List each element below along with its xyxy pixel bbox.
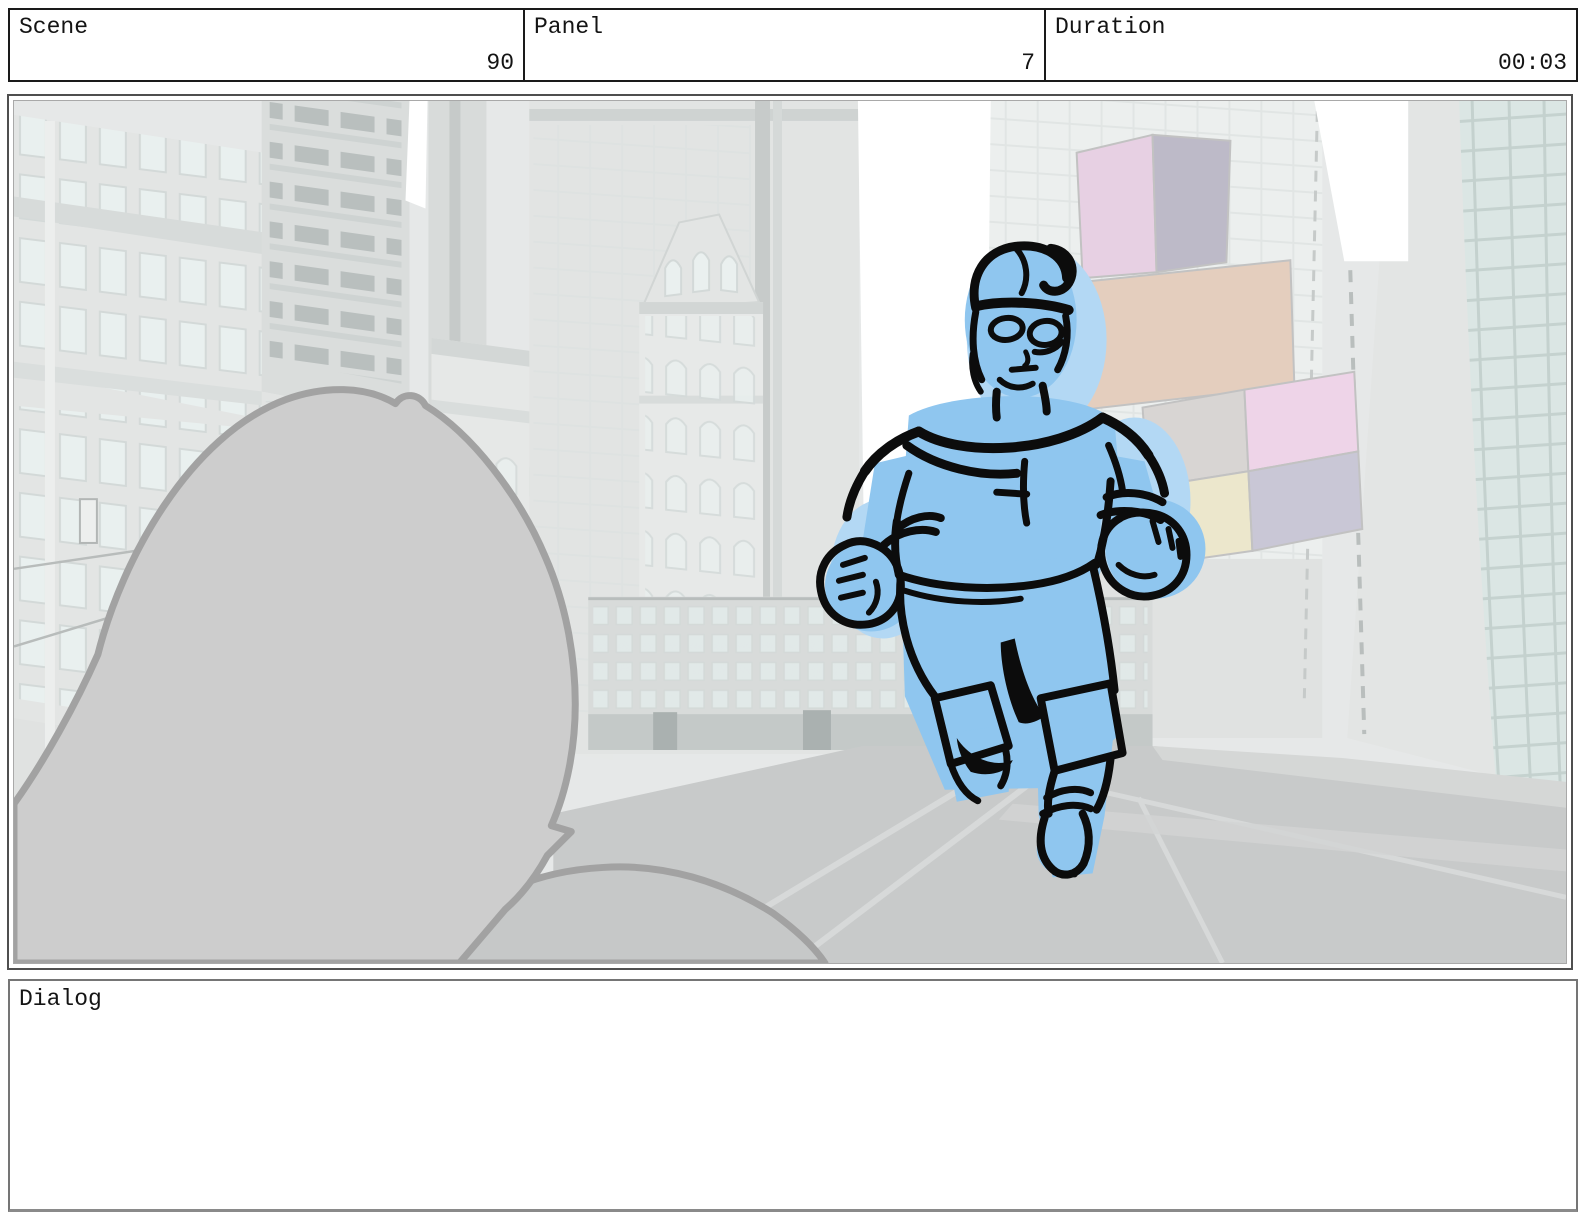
billboard-violet (1153, 135, 1231, 272)
scene-field[interactable]: Scene 90 (10, 10, 525, 80)
panel-canvas[interactable] (13, 100, 1567, 964)
duration-label: Duration (1055, 14, 1165, 40)
dialog-box[interactable]: Dialog (8, 979, 1578, 1212)
street-sign (80, 499, 97, 543)
duration-field[interactable]: Duration 00:03 (1046, 10, 1576, 80)
chest-mark-h (997, 492, 1027, 494)
scene-value[interactable]: 90 (486, 50, 514, 76)
neck-right (1043, 386, 1047, 412)
knuckles-right (1178, 541, 1180, 557)
panel-label: Panel (534, 14, 603, 40)
knuckles-right (1169, 529, 1173, 548)
duration-value[interactable]: 00:03 (1498, 50, 1567, 76)
panel-frame (7, 94, 1573, 970)
building-archcap-tower (639, 214, 763, 660)
storyboard-art (14, 101, 1566, 963)
info-bar: Scene 90 Panel 7 Duration 00:03 (8, 8, 1578, 82)
boot-toe (1055, 872, 1075, 874)
neck-left (996, 392, 997, 418)
panel-value[interactable]: 7 (1021, 50, 1035, 76)
torso-left (895, 521, 899, 575)
billboard-pink (1077, 135, 1157, 278)
panel-field[interactable]: Panel 7 (525, 10, 1046, 80)
dialog-label: Dialog (19, 986, 102, 1012)
scene-label: Scene (19, 14, 88, 40)
mouth (1012, 368, 1036, 370)
